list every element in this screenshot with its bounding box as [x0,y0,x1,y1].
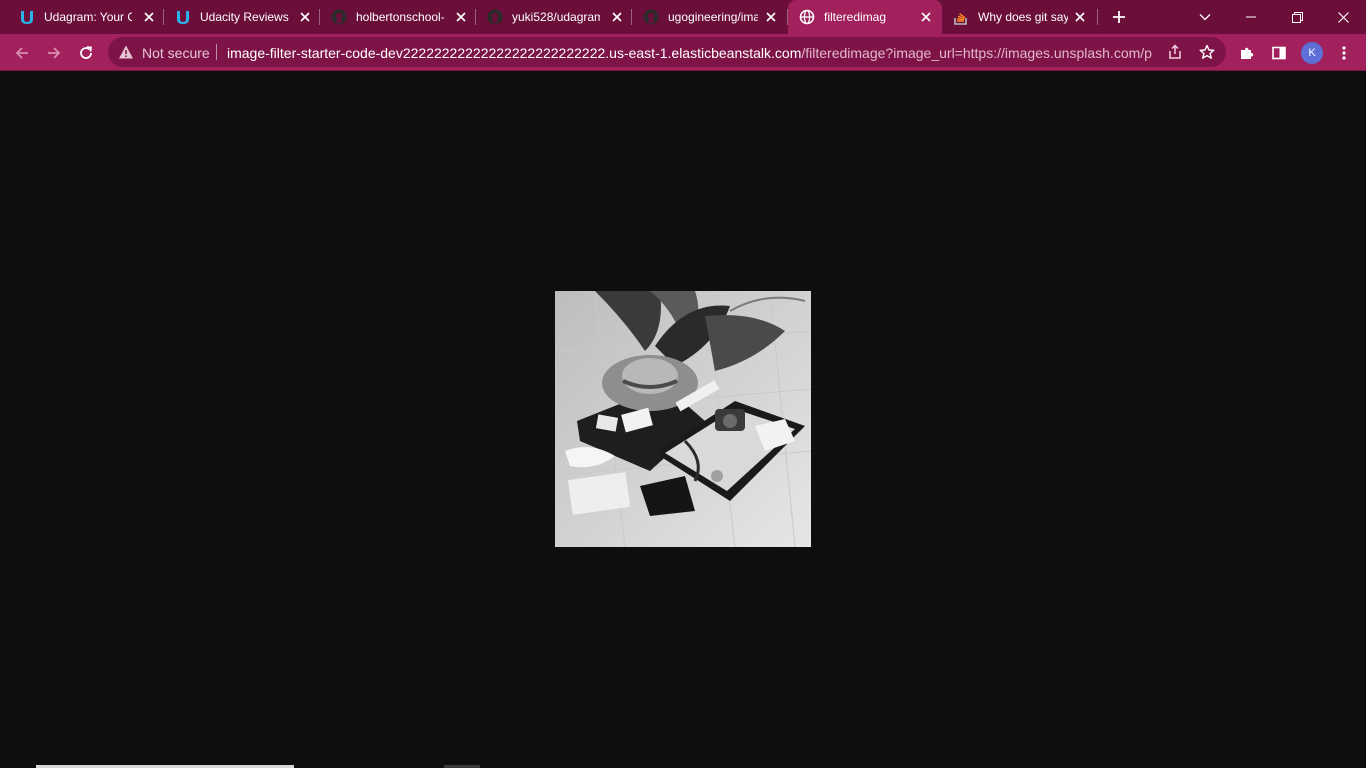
tab-title: Why does git say [978,10,1068,24]
close-icon[interactable] [453,9,469,25]
tab-title: ugogineering/ima [668,10,758,24]
filtered-image[interactable] [555,291,811,547]
tab-holbertonschool[interactable]: holbertonschool- [320,0,476,34]
close-icon [1337,11,1349,23]
reload-button[interactable] [72,39,100,67]
arrow-left-icon [15,47,28,59]
reload-icon [80,46,93,59]
udacity-logo-icon [175,9,191,25]
github-logo-icon [331,9,347,25]
restore-button[interactable] [1274,0,1320,34]
minimize-button[interactable] [1228,0,1274,34]
profile-avatar[interactable]: K [1301,42,1323,64]
close-icon[interactable] [763,9,779,25]
tab-yuki528-udagram[interactable]: yuki528/udagram [476,0,632,34]
globe-icon [799,9,815,25]
new-tab-button[interactable] [1108,6,1130,28]
close-icon[interactable] [297,9,313,25]
tab-title: filteredimage (256 [824,10,886,24]
tab-why-does-git-say[interactable]: Why does git say [942,0,1098,34]
tab-udacity-reviews[interactable]: Udacity Reviews [164,0,320,34]
minimize-icon [1246,16,1256,18]
arrow-right-icon [48,47,61,59]
tab-separator [1097,9,1098,25]
close-window-button[interactable] [1320,0,1366,34]
github-logo-icon [487,9,503,25]
kebab-menu-icon[interactable] [1333,42,1355,64]
url-host: image-filter-starter-code-dev22222222222… [227,45,802,61]
omnibox-divider [216,44,217,60]
page-viewport [0,71,1366,768]
udacity-logo-icon [19,9,35,25]
tab-title: holbertonschool- [356,10,444,24]
security-status-label[interactable]: Not secure [142,45,210,61]
url-text[interactable]: image-filter-starter-code-dev22222222222… [227,45,1153,61]
tab-title: Udagram: Your Own [44,10,132,24]
close-icon[interactable] [609,9,625,25]
tab-title: Udacity Reviews [200,10,289,24]
extensions-puzzle-icon[interactable] [1236,42,1258,64]
stackoverflow-logo-icon [953,9,969,25]
restore-icon [1291,11,1303,23]
github-logo-icon [643,9,659,25]
share-icon[interactable] [1166,43,1184,61]
tab-title: yuki528/udagram [512,10,600,24]
tab-ugogineering[interactable]: ugogineering/ima [632,0,788,34]
side-panel-icon[interactable] [1268,42,1290,64]
tab-search-button[interactable] [1182,0,1228,34]
browser-toolbar: Not secure image-filter-starter-code-dev… [0,34,1366,71]
back-button[interactable] [8,39,36,67]
bookmark-star-icon[interactable] [1198,43,1216,61]
tab-filteredimage[interactable]: filteredimage (256 [788,0,942,34]
forward-button[interactable] [40,39,68,67]
url-path: /filteredimage?image_url=https://images.… [801,45,1153,61]
warning-icon[interactable] [118,44,134,60]
tab-udagram[interactable]: Udagram: Your Own [8,0,164,34]
close-icon[interactable] [1072,9,1088,25]
close-icon[interactable] [141,9,157,25]
address-bar[interactable]: Not secure image-filter-starter-code-dev… [108,37,1226,67]
tab-strip: Udagram: Your Own Udacity Reviews holber… [0,0,1366,34]
chevron-down-icon [1199,14,1211,21]
plus-icon [1113,11,1125,23]
close-icon[interactable] [918,9,934,25]
